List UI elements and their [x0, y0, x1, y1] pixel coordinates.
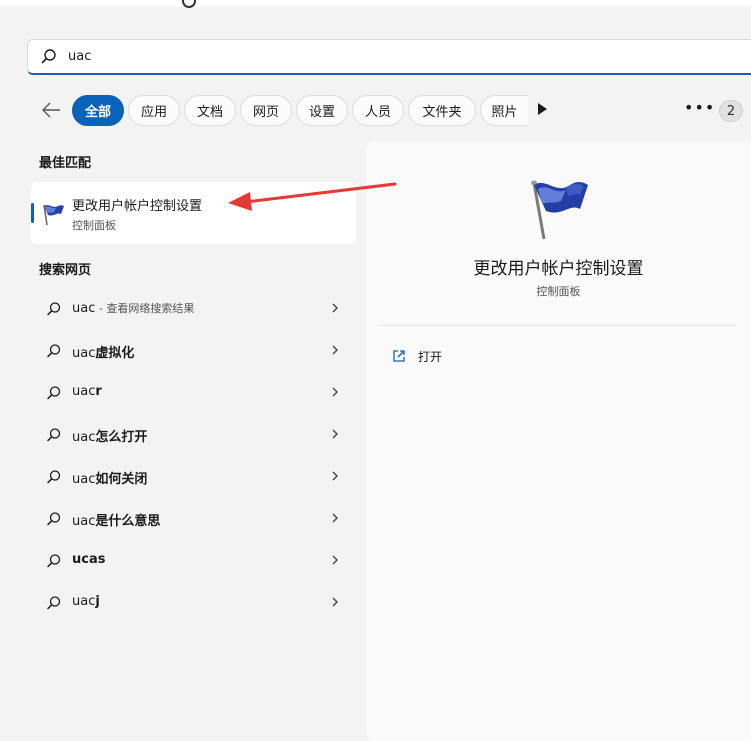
detail-panel: 更改用户帐户控制设置 控制面板 打开 — [366, 141, 751, 741]
query-completion: 如何关闭 — [95, 472, 148, 487]
back-button[interactable] — [38, 97, 64, 123]
chevron-right-icon[interactable] — [330, 554, 340, 566]
tab-apps[interactable]: 应用 — [128, 95, 180, 126]
tab-label: 全部 — [84, 105, 111, 120]
tab-photos[interactable]: 照片 — [480, 95, 528, 126]
search-icon — [47, 596, 61, 610]
search-icon — [47, 302, 61, 316]
back-arrow-icon — [42, 102, 60, 118]
query-prefix: uac — [72, 594, 96, 609]
chevron-right-icon[interactable] — [330, 386, 340, 398]
detail-title: 更改用户帐户控制设置 — [473, 259, 644, 279]
web-search-item[interactable]: ucas — [31, 541, 356, 579]
web-search-item[interactable]: uac虚拟化 — [31, 331, 356, 369]
tab-label: 照片 — [491, 105, 518, 120]
chevron-right-icon[interactable] — [330, 512, 340, 524]
more-options-icon[interactable]: ••• — [684, 98, 715, 117]
web-search-item[interactable]: uacj — [31, 583, 356, 621]
divider — [381, 325, 736, 326]
search-icon — [47, 554, 61, 568]
tab-label: 文档 — [196, 105, 223, 120]
best-match-heading: 最佳匹配 — [39, 156, 92, 171]
web-search-item-text: ucas — [72, 552, 105, 567]
selection-indicator — [31, 203, 34, 223]
best-match-title: 更改用户帐户控制设置 — [72, 199, 203, 214]
web-search-item-text: uacr — [72, 384, 102, 399]
search-icon — [47, 344, 61, 358]
chevron-right-icon[interactable] — [330, 470, 340, 482]
partial-icon — [182, 0, 196, 8]
tab-label: 应用 — [140, 105, 167, 120]
web-search-item-text: uac - 查看网络搜索结果 — [72, 300, 194, 316]
query-completion: ucas — [72, 552, 106, 567]
detail-subtitle: 控制面板 — [536, 285, 581, 298]
web-search-item-text: uacj — [72, 594, 100, 609]
query-prefix: uac — [72, 384, 96, 399]
web-search-item-text: uac如何关闭 — [72, 468, 147, 487]
query-completion: r — [95, 384, 102, 399]
tab-label: 文件夹 — [422, 105, 462, 120]
query-suffix: - 查看网络搜索结果 — [95, 302, 195, 315]
web-search-heading: 搜索网页 — [39, 263, 92, 278]
tab-label: 设置 — [308, 105, 335, 120]
tab-documents[interactable]: 文档 — [184, 95, 236, 126]
query-prefix: uac — [72, 346, 96, 361]
open-external-icon — [393, 350, 405, 362]
uac-flag-large-icon — [531, 180, 588, 240]
query-completion: j — [95, 594, 100, 609]
web-search-item[interactable]: uac怎么打开 — [31, 415, 356, 453]
uac-flag-icon — [43, 204, 64, 226]
web-search-item-text: uac怎么打开 — [72, 426, 147, 445]
tab-people[interactable]: 人员 — [352, 95, 404, 126]
web-search-item[interactable]: uacr — [31, 373, 356, 411]
tab-settings[interactable]: 设置 — [296, 95, 348, 126]
search-icon — [47, 470, 61, 484]
query-completion: 是什么意思 — [95, 514, 161, 529]
chevron-right-icon[interactable] — [330, 596, 340, 608]
query-prefix: uac — [72, 472, 96, 487]
chevron-right-icon[interactable] — [330, 344, 340, 356]
window-top-edge — [0, 0, 751, 6]
web-search-item[interactable]: uac - 查看网络搜索结果 — [31, 289, 356, 327]
tab-web[interactable]: 网页 — [240, 95, 292, 126]
query-prefix: uac — [72, 301, 96, 316]
search-icon — [47, 428, 61, 442]
search-query-text: uac — [68, 49, 92, 64]
best-match-subtitle: 控制面板 — [72, 219, 116, 232]
search-icon — [41, 49, 56, 64]
tab-folders[interactable]: 文件夹 — [408, 95, 476, 126]
web-search-item-text: uac是什么意思 — [72, 510, 160, 529]
tab-label: 人员 — [364, 105, 391, 120]
open-action-label: 打开 — [418, 349, 443, 364]
search-icon — [47, 386, 61, 400]
web-search-item[interactable]: uac是什么意思 — [31, 499, 356, 537]
tab-all[interactable]: 全部 — [72, 95, 124, 126]
web-search-item-text: uac虚拟化 — [72, 342, 134, 361]
chevron-right-icon[interactable] — [330, 428, 340, 440]
query-completion: 虚拟化 — [95, 346, 135, 361]
result-count-text: 2 — [726, 103, 736, 119]
result-count-badge: 2 — [719, 100, 743, 122]
search-input[interactable]: uac — [27, 39, 751, 75]
web-search-item[interactable]: uac如何关闭 — [31, 457, 356, 495]
open-action-button[interactable]: 打开 — [392, 345, 442, 367]
query-prefix: uac — [72, 514, 96, 529]
tab-label: 网页 — [252, 105, 279, 120]
best-match-item[interactable]: 更改用户帐户控制设置 控制面板 — [31, 182, 356, 244]
search-icon — [47, 512, 61, 526]
query-prefix: uac — [72, 430, 96, 445]
more-tabs-arrow-icon[interactable] — [538, 103, 547, 115]
chevron-right-icon[interactable] — [330, 302, 340, 314]
query-completion: 怎么打开 — [95, 430, 148, 445]
